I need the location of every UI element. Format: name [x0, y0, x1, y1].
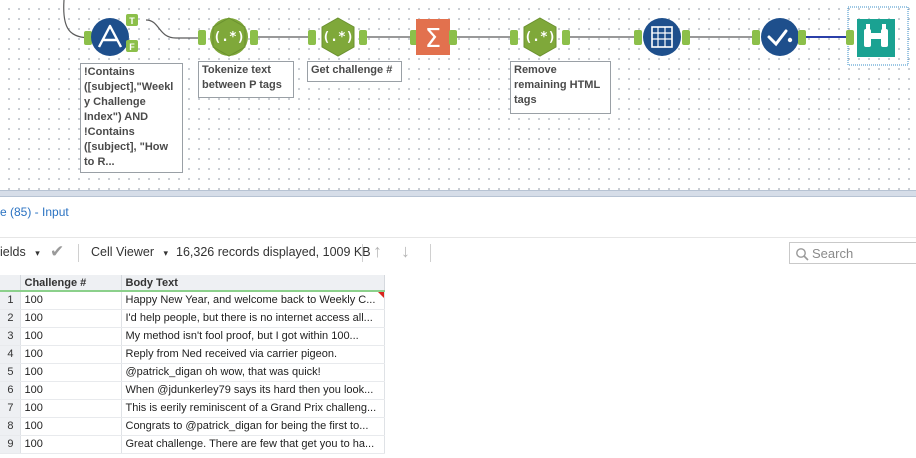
- cell-body-text-value: Happy New Year, and welcome back to Week…: [125, 294, 376, 307]
- regex-tokenize-annotation: Tokenize text between P tags: [198, 61, 294, 98]
- cell-challenge[interactable]: 100: [20, 363, 122, 382]
- table-row[interactable]: 7 100 This is eerily reminiscent of a Gr…: [0, 399, 385, 418]
- table-row[interactable]: 3 100 My method isn't fool proof, but I …: [0, 327, 385, 346]
- regex-tool-remove-html[interactable]: (.*): [510, 17, 570, 57]
- chevron-down-icon: ▾: [163, 248, 169, 258]
- cell-body-text[interactable]: I'd help people, but there is no interne…: [121, 309, 385, 328]
- cell-body-text[interactable]: @patrick_digan oh wow, that was quick!: [121, 363, 385, 382]
- cell-body-text[interactable]: This is eerily reminiscent of a Grand Pr…: [121, 399, 385, 418]
- grid-header-row: Challenge # Body Text: [0, 275, 385, 292]
- row-number-header: [0, 275, 21, 292]
- records-info: 16,326 records displayed, 1009 KB: [176, 245, 371, 259]
- cell-body-text[interactable]: When @jdunkerley79 says its hard then yo…: [121, 381, 385, 400]
- toolbar-divider: [430, 244, 431, 262]
- fields-dropdown[interactable]: ields ▾: [0, 245, 40, 259]
- row-number: 5: [0, 363, 21, 382]
- table-row[interactable]: 5 100 @patrick_digan oh wow, that was qu…: [0, 363, 385, 382]
- chevron-down-icon: ▾: [35, 248, 40, 258]
- results-toolbar: ields ▾ ✔ Cell Viewer ▾ 16,326 records d…: [0, 237, 916, 267]
- svg-text:F: F: [129, 42, 135, 52]
- table-row[interactable]: 9 100 Great challenge. There are few tha…: [0, 435, 385, 454]
- row-number: 3: [0, 327, 21, 346]
- results-pane: e (85) - Input ields ▾ ✔ Cell Viewer ▾ 1…: [0, 197, 916, 458]
- regex-icon: (.*): [524, 30, 555, 45]
- cell-challenge[interactable]: 100: [20, 291, 122, 310]
- truncated-flag-icon: [377, 292, 383, 298]
- regex-challenge-annotation: Get challenge #: [307, 61, 402, 82]
- search-box[interactable]: Search: [789, 242, 916, 264]
- browse-tool[interactable]: [846, 6, 909, 66]
- regex-icon: (.*): [322, 30, 353, 45]
- cell-body-text[interactable]: Reply from Ned received via carrier pige…: [121, 345, 385, 364]
- cell-body-text[interactable]: Congrats to @patrick_digan for being the…: [121, 417, 385, 436]
- cell-body-text[interactable]: My method isn't fool proof, but I got wi…: [121, 327, 385, 346]
- regex-icon: (.*): [213, 30, 244, 45]
- select-tool[interactable]: [752, 18, 806, 56]
- cell-challenge[interactable]: 100: [20, 309, 122, 328]
- column-header-body-text[interactable]: Body Text: [121, 275, 385, 292]
- row-number: 4: [0, 345, 21, 364]
- arrow-down-icon[interactable]: ↓: [401, 241, 410, 262]
- fields-label: ields: [0, 245, 26, 259]
- regex-tool-tokenize[interactable]: (.*): [198, 17, 258, 57]
- row-number: 7: [0, 399, 21, 418]
- cell-challenge[interactable]: 100: [20, 327, 122, 346]
- row-number: 1: [0, 291, 21, 310]
- cell-challenge[interactable]: 100: [20, 345, 122, 364]
- table-row[interactable]: 1 100 Happy New Year, and welcome back t…: [0, 291, 385, 310]
- cell-body-text[interactable]: Great challenge. There are few that get …: [121, 435, 385, 454]
- cell-viewer-label: Cell Viewer: [91, 245, 154, 259]
- cell-challenge[interactable]: 100: [20, 435, 122, 454]
- summarize-icon: Σ: [425, 24, 441, 54]
- results-title: e (85) - Input: [0, 205, 69, 219]
- table-row[interactable]: 8 100 Congrats to @patrick_digan for bei…: [0, 417, 385, 436]
- regex-remove-html-annotation: Remove remaining HTML tags: [510, 61, 611, 114]
- arrow-up-icon[interactable]: ↑: [373, 241, 382, 262]
- cell-challenge[interactable]: 100: [20, 417, 122, 436]
- svg-text:T: T: [129, 16, 135, 26]
- search-placeholder: Search: [812, 246, 854, 261]
- pane-splitter[interactable]: [0, 190, 916, 197]
- filter-tool[interactable]: T F: [84, 14, 138, 56]
- toolbar-divider: [78, 244, 79, 262]
- row-number: 8: [0, 417, 21, 436]
- table-row[interactable]: 4 100 Reply from Ned received via carrie…: [0, 345, 385, 364]
- checkmark-icon[interactable]: ✔: [50, 242, 64, 262]
- table-row[interactable]: 6 100 When @jdunkerley79 says its hard t…: [0, 381, 385, 400]
- connection-filter-regex[interactable]: [145, 19, 198, 39]
- toolbar-divider: [362, 244, 363, 262]
- search-icon: [796, 248, 809, 261]
- regex-tool-challenge[interactable]: (.*): [308, 17, 367, 57]
- row-number: 2: [0, 309, 21, 328]
- cell-viewer-dropdown[interactable]: Cell Viewer ▾: [91, 245, 168, 259]
- cell-challenge[interactable]: 100: [20, 381, 122, 400]
- results-grid: Challenge # Body Text 1 100 Happy New Ye…: [0, 275, 385, 454]
- table-row[interactable]: 2 100 I'd help people, but there is no i…: [0, 309, 385, 328]
- column-header-challenge[interactable]: Challenge #: [20, 275, 122, 292]
- cell-body-text[interactable]: Happy New Year, and welcome back to Week…: [121, 291, 385, 310]
- summarize-tool[interactable]: Σ: [410, 19, 457, 55]
- workflow-canvas[interactable]: T F (.*) (.*) Σ (.*) !Contains ([subject…: [0, 0, 916, 190]
- row-number: 6: [0, 381, 21, 400]
- cell-challenge[interactable]: 100: [20, 399, 122, 418]
- row-number: 9: [0, 435, 21, 454]
- filter-annotation: !Contains ([subject],"Weekl y Challenge …: [80, 63, 183, 173]
- crosstab-tool[interactable]: [634, 18, 690, 56]
